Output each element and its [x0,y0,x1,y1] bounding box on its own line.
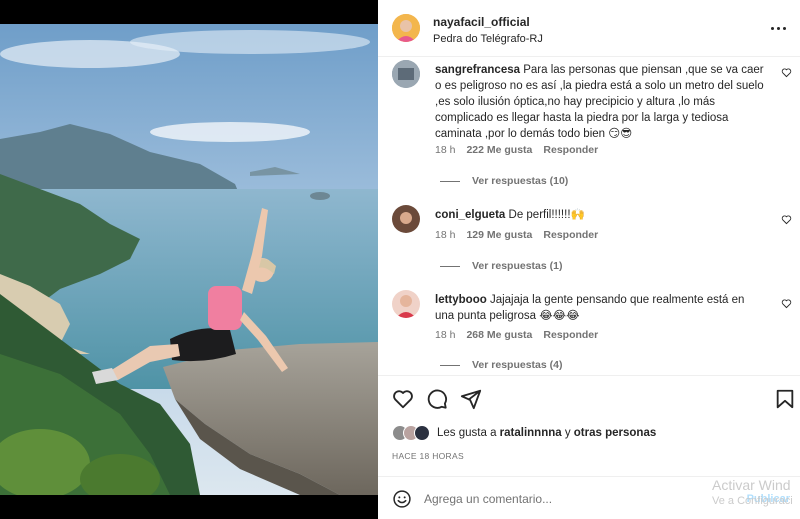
view-replies-label: Ver respuestas (4) [472,359,563,371]
post-photo[interactable] [0,24,378,495]
post-header: nayafacil_official Pedra do Telégrafo-RJ [378,0,800,57]
comment-time[interactable]: 18 h [435,329,455,341]
comment-meta: 18 h 222 Me gusta Responder [435,144,598,156]
comment-time[interactable]: 18 h [435,144,455,156]
reply-button[interactable]: Responder [543,329,598,341]
comment-bubble-icon[interactable] [426,388,448,410]
commenter-username[interactable]: sangrefrancesa [435,64,520,76]
post-image [0,24,378,495]
commenter-avatar[interactable] [392,290,420,318]
comment-meta: 18 h 268 Me gusta Responder [435,329,598,341]
comment-text: coni_elgueta De perfil!!!!!!🙌 [435,207,765,223]
comment-time[interactable]: 18 h [435,229,455,241]
comment-content: De perfil!!!!!!🙌 [508,209,585,221]
more-horizontal-icon[interactable] [768,20,788,36]
comment-heart-icon[interactable] [781,67,792,78]
comments-list[interactable]: sangrefrancesa Para las personas que pie… [378,57,800,375]
likes-connector: y [561,427,574,439]
liker-avatar[interactable] [414,425,430,441]
comment-text: sangrefrancesa Para las personas que pie… [435,62,765,142]
likes-text: Les gusta a ratalinnnna y otras personas [437,427,656,439]
commenter-username[interactable]: lettybooo [435,294,487,306]
comment-text: lettybooo Jajajaja la gente pensando que… [435,292,765,324]
post-sidebar: nayafacil_official Pedra do Telégrafo-RJ… [378,0,800,519]
emoji-smile-icon[interactable] [392,489,412,509]
heart-icon[interactable] [392,388,414,410]
comment-heart-icon[interactable] [781,298,792,309]
comment-likes[interactable]: 268 Me gusta [466,329,532,341]
likes-prefix: Les gusta a [437,427,500,439]
paper-plane-icon[interactable] [460,388,482,410]
post-timestamp[interactable]: HACE 18 HORAS [392,451,464,461]
liker-username[interactable]: ratalinnnna [500,427,562,439]
view-replies-button[interactable]: Ver respuestas (1) [440,260,562,272]
reply-button[interactable]: Responder [543,229,598,241]
commenter-username[interactable]: coni_elgueta [435,209,505,221]
view-replies-label: Ver respuestas (10) [472,175,569,187]
comment-composer: Publicar [378,476,800,519]
likes-summary: Les gusta a ratalinnnna y otras personas [392,424,656,442]
likes-others-link[interactable]: otras personas [574,427,656,439]
comment-heart-icon[interactable] [781,214,792,225]
view-replies-label: Ver respuestas (1) [472,260,563,272]
post-actions-bar [378,375,800,421]
view-replies-button[interactable]: Ver respuestas (10) [440,175,568,187]
commenter-avatar[interactable] [392,205,420,233]
author-username[interactable]: nayafacil_official [433,15,530,29]
reply-button[interactable]: Responder [543,144,598,156]
commenter-avatar[interactable] [392,60,420,88]
comment-likes[interactable]: 222 Me gusta [466,144,532,156]
post-location[interactable]: Pedra do Telégrafo-RJ [433,33,543,45]
comment-likes[interactable]: 129 Me gusta [466,229,532,241]
bookmark-icon[interactable] [774,388,796,410]
publish-button[interactable]: Publicar [747,493,790,505]
comment-meta: 18 h 129 Me gusta Responder [435,229,598,241]
comment-input[interactable] [424,489,694,509]
view-replies-button[interactable]: Ver respuestas (4) [440,359,562,371]
author-avatar[interactable] [392,14,420,42]
instagram-post-modal: nayafacil_official Pedra do Telégrafo-RJ… [0,0,800,519]
